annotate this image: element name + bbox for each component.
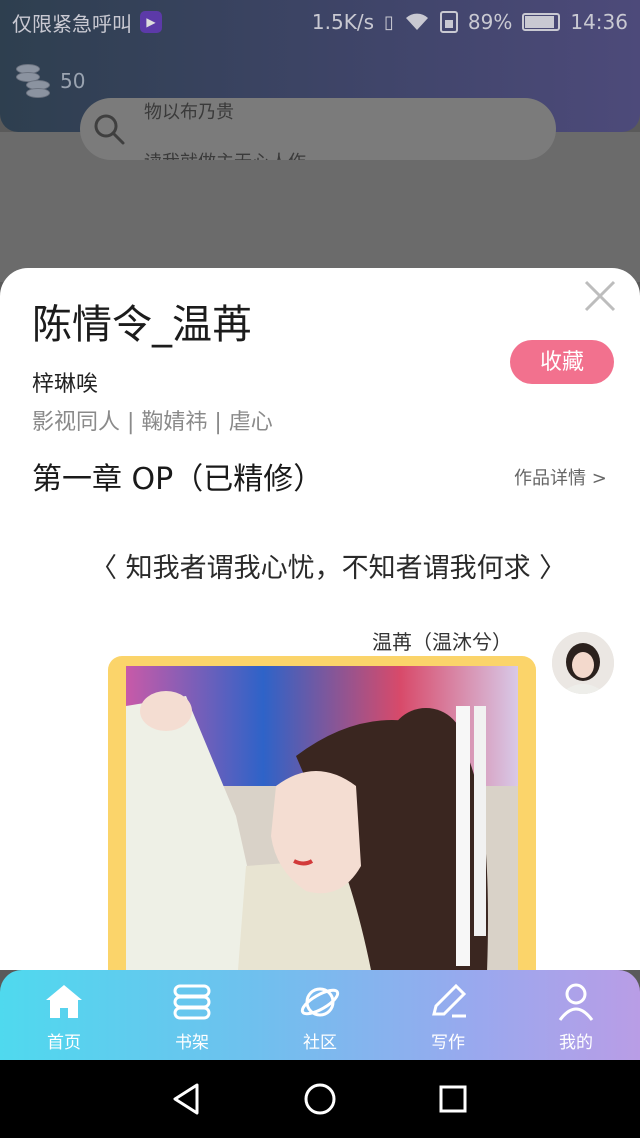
net-speed: 1.5K/s (311, 10, 374, 34)
back-icon[interactable] (169, 1081, 205, 1117)
sim-icon (439, 11, 458, 33)
tab-label: 社区 (303, 1033, 337, 1053)
search-hint-line1: 物以布乃贵 (144, 102, 234, 123)
battery-icon (522, 13, 561, 31)
coin-count: 50 (60, 69, 86, 93)
status-bar: 仅限紧急呼叫 ▶ 1.5K/s ▯ 89% 14:36 (0, 0, 640, 44)
coins-icon (16, 64, 52, 98)
character-name: 温苒（温沐兮） (372, 630, 512, 654)
bottom-tab-bar: 首页 书架 社区 写作 我的 (0, 970, 640, 1060)
character-avatar[interactable] (552, 632, 614, 694)
tab-write[interactable]: 写作 (384, 970, 512, 1060)
user-icon (558, 983, 594, 1021)
story-title: 陈情令_温苒 (32, 302, 252, 348)
tab-home[interactable]: 首页 (0, 970, 128, 1060)
carrier-text: 仅限紧急呼叫 (12, 11, 132, 36)
planet-icon (300, 987, 340, 1017)
recents-icon[interactable] (435, 1081, 471, 1117)
home-icon (46, 985, 82, 1018)
vibrate-icon: ▯ (384, 11, 394, 33)
wifi-icon (405, 13, 428, 30)
home-circle-icon[interactable] (302, 1081, 338, 1117)
story-preview-sheet: 陈情令_温苒 梓琳唉 影视同人 | 鞠婧祎 | 虐心 收藏 第一章 OP（已精修… (0, 268, 640, 970)
tab-label: 书架 (175, 1033, 209, 1053)
chat-image-bubble[interactable] (108, 656, 536, 970)
story-details-link[interactable]: 作品详情 > (514, 464, 607, 490)
favorite-button[interactable]: 收藏 (510, 340, 614, 384)
chapter-title: 第一章 OP（已精修） (32, 462, 324, 497)
video-app-icon: ▶ (140, 11, 162, 33)
search-bar[interactable]: 物以布乃贵 读我就做主无心人作 (80, 98, 556, 160)
character-photo (126, 666, 518, 970)
battery-percent: 89% (467, 10, 513, 34)
tab-label: 首页 (47, 1033, 81, 1053)
system-nav-bar (0, 1060, 640, 1138)
story-tags: 影视同人 | 鞠婧祎 | 虐心 (32, 410, 273, 435)
tab-profile[interactable]: 我的 (512, 970, 640, 1060)
pen-icon (432, 983, 467, 1018)
chapter-quote: 〈 知我者谓我心忧，不知者谓我何求 〉 (90, 553, 567, 584)
tab-label: 我的 (559, 1033, 593, 1053)
tab-label: 写作 (431, 1033, 465, 1053)
tab-community[interactable]: 社区 (256, 970, 384, 1060)
close-icon[interactable] (580, 276, 620, 316)
clock: 14:36 (570, 10, 628, 34)
search-hint-line2: 读我就做主无心人作 (144, 148, 306, 160)
search-icon (94, 114, 125, 145)
tab-bookshelf[interactable]: 书架 (128, 970, 256, 1060)
bookshelf-icon (173, 984, 211, 1020)
author-name[interactable]: 梓琳唉 (32, 366, 98, 398)
coin-balance[interactable]: 50 (16, 64, 85, 98)
